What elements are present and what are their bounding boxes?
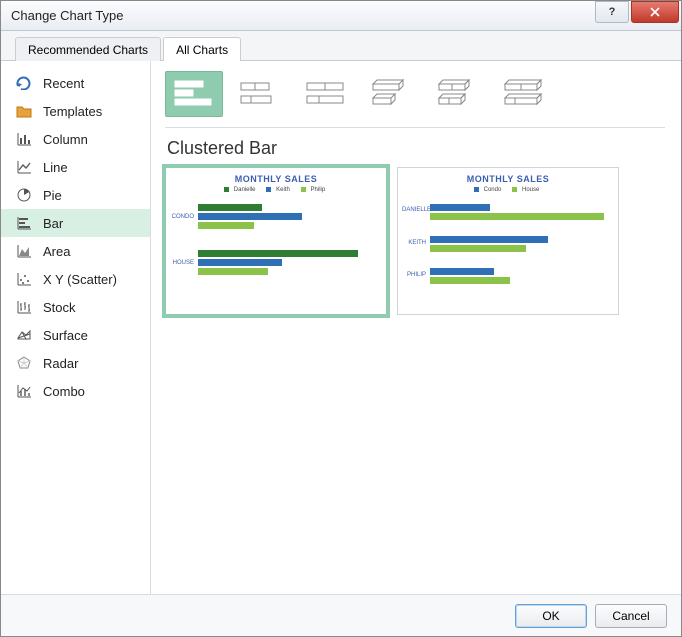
sidebar-item-surface[interactable]: Surface bbox=[1, 321, 150, 349]
sidebar-item-recent[interactable]: Recent bbox=[1, 69, 150, 97]
recent-icon bbox=[15, 75, 33, 91]
tabs: Recommended Charts All Charts bbox=[1, 31, 681, 61]
scatter-icon bbox=[15, 271, 33, 287]
sidebar-item-scatter[interactable]: X Y (Scatter) bbox=[1, 265, 150, 293]
subtype-3d-stacked-bar[interactable] bbox=[429, 71, 487, 117]
subtype-clustered-bar[interactable] bbox=[165, 71, 223, 117]
help-button[interactable]: ? bbox=[595, 1, 629, 23]
sidebar-item-area[interactable]: Area bbox=[1, 237, 150, 265]
chart-legend: Danielle Keith Philip bbox=[172, 187, 380, 193]
sidebar-item-label: Radar bbox=[43, 356, 78, 371]
main-panel: Clustered Bar MONTHLY SALES Danielle Kei… bbox=[151, 61, 681, 594]
stock-icon bbox=[15, 299, 33, 315]
window-title: Change Chart Type bbox=[11, 8, 595, 23]
area-icon bbox=[15, 243, 33, 259]
combo-icon bbox=[15, 383, 33, 399]
sidebar-item-label: Bar bbox=[43, 216, 63, 231]
surface-icon bbox=[15, 327, 33, 343]
sidebar-item-bar[interactable]: Bar bbox=[1, 209, 150, 237]
tab-recommended[interactable]: Recommended Charts bbox=[15, 37, 161, 61]
sidebar-item-label: Area bbox=[43, 244, 70, 259]
sidebar-item-label: X Y (Scatter) bbox=[43, 272, 117, 287]
close-button[interactable] bbox=[631, 1, 679, 23]
radar-icon bbox=[15, 355, 33, 371]
sidebar-item-label: Stock bbox=[43, 300, 76, 315]
sidebar-item-label: Combo bbox=[43, 384, 85, 399]
sidebar-item-label: Column bbox=[43, 132, 88, 147]
dialog-footer: OK Cancel bbox=[1, 594, 681, 636]
sidebar-item-label: Surface bbox=[43, 328, 88, 343]
tab-all-charts[interactable]: All Charts bbox=[163, 37, 241, 61]
subtype-title: Clustered Bar bbox=[167, 138, 665, 159]
chart-title: MONTHLY SALES bbox=[172, 174, 380, 184]
sidebar-item-radar[interactable]: Radar bbox=[1, 349, 150, 377]
sidebar-item-stock[interactable]: Stock bbox=[1, 293, 150, 321]
sidebar-item-combo[interactable]: Combo bbox=[1, 377, 150, 405]
preview-by-series[interactable]: MONTHLY SALES Condo House DANIELLE KEITH… bbox=[397, 167, 619, 315]
window-buttons: ? bbox=[595, 1, 681, 30]
chart-title: MONTHLY SALES bbox=[404, 174, 612, 184]
line-icon bbox=[15, 159, 33, 175]
sidebar-item-templates[interactable]: Templates bbox=[1, 97, 150, 125]
titlebar: Change Chart Type ? bbox=[1, 1, 681, 31]
bar-icon bbox=[15, 215, 33, 231]
sidebar-item-label: Templates bbox=[43, 104, 102, 119]
chart-previews: MONTHLY SALES Danielle Keith Philip COND… bbox=[165, 167, 665, 315]
subtype-3d-clustered-bar[interactable] bbox=[363, 71, 421, 117]
chart-category-sidebar: Recent Templates Column Line bbox=[1, 61, 151, 594]
preview-by-category[interactable]: MONTHLY SALES Danielle Keith Philip COND… bbox=[165, 167, 387, 315]
dialog-window: Change Chart Type ? Recommended Charts A… bbox=[0, 0, 682, 637]
pie-icon bbox=[15, 187, 33, 203]
chart-legend: Condo House bbox=[404, 187, 612, 193]
subtype-row bbox=[165, 71, 665, 128]
sidebar-item-line[interactable]: Line bbox=[1, 153, 150, 181]
sidebar-item-label: Line bbox=[43, 160, 68, 175]
templates-icon bbox=[15, 103, 33, 119]
chart-area: CONDO HOUSE bbox=[198, 202, 380, 306]
subtype-100-stacked-bar[interactable] bbox=[297, 71, 355, 117]
sidebar-item-label: Recent bbox=[43, 76, 84, 91]
sidebar-item-column[interactable]: Column bbox=[1, 125, 150, 153]
ok-button[interactable]: OK bbox=[515, 604, 587, 628]
chart-area: DANIELLE KEITH PHILIP bbox=[430, 202, 612, 306]
sidebar-item-label: Pie bbox=[43, 188, 62, 203]
cancel-button[interactable]: Cancel bbox=[595, 604, 667, 628]
subtype-3d-100-stacked-bar[interactable] bbox=[495, 71, 553, 117]
column-icon bbox=[15, 131, 33, 147]
sidebar-item-pie[interactable]: Pie bbox=[1, 181, 150, 209]
subtype-stacked-bar[interactable] bbox=[231, 71, 289, 117]
dialog-body: Recent Templates Column Line bbox=[1, 61, 681, 594]
